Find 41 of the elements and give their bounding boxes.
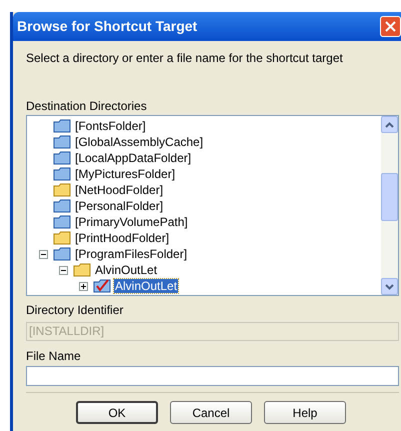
tree-item[interactable]: [MyPicturesFolder] [74, 167, 176, 181]
folder-icon [53, 119, 71, 133]
folder-icon [53, 151, 71, 165]
tree-item[interactable]: AlvinOutLet [94, 263, 158, 277]
dialog-button[interactable]: OK [76, 401, 158, 424]
folder-icon [53, 231, 71, 245]
folder-icon [73, 263, 91, 277]
close-icon [385, 21, 396, 32]
tree-item[interactable]: [LocalAppDataFolder] [74, 151, 192, 165]
window-title: Browse for Shortcut Target [17, 17, 198, 36]
directory-tree[interactable]: [FontsFolder] [GlobalAssemblyCache] [LocalAppDataFolder] [MyPicturesFolder] [NetHoodFolder] [PersonalFolder] [PrimaryVolumePath] [PrintHoodFolder] [ProgramFilesFolder] AlvinOutLet AlvinOutLet [26, 115, 399, 296]
close-button[interactable] [380, 16, 401, 37]
dialog-button[interactable]: Cancel [170, 401, 252, 424]
vertical-scrollbar[interactable] [381, 116, 398, 295]
folder-icon [53, 215, 71, 229]
expand-icon[interactable] [79, 282, 88, 290]
folder-icon [53, 199, 71, 213]
collapse-icon[interactable] [39, 250, 48, 258]
dialog-button[interactable]: Help [264, 401, 346, 424]
field-label: Directory Identifier [26, 303, 124, 317]
tree-item[interactable]: [NetHoodFolder] [74, 183, 164, 197]
folder-icon [53, 167, 71, 181]
tree-item[interactable]: [ProgramFilesFolder] [74, 247, 188, 261]
tree-item[interactable]: [PrintHoodFolder] [74, 231, 170, 245]
tree-item[interactable]: [PrimaryVolumePath] [74, 215, 189, 229]
tree-item[interactable]: [FontsFolder] [74, 119, 147, 133]
tree-item[interactable]: AlvinOutLet [114, 279, 178, 293]
file-name-field[interactable] [26, 366, 399, 386]
scroll-thumb[interactable] [381, 173, 398, 221]
folder-icon [53, 247, 71, 261]
tree-item[interactable]: [GlobalAssemblyCache] [74, 135, 204, 149]
field-label: File Name [26, 349, 82, 363]
folder-icon [53, 135, 71, 149]
scroll-up-button[interactable] [381, 116, 398, 133]
checked-folder-icon [93, 279, 111, 293]
instruction-text: Select a directory or enter a file name for the shortcut target [26, 50, 344, 67]
collapse-icon[interactable] [59, 266, 68, 274]
scroll-down-button[interactable] [381, 278, 398, 295]
tree-label: Destination Directories [26, 99, 148, 113]
tree-item[interactable]: [PersonalFolder] [74, 199, 164, 213]
folder-icon [53, 183, 71, 197]
